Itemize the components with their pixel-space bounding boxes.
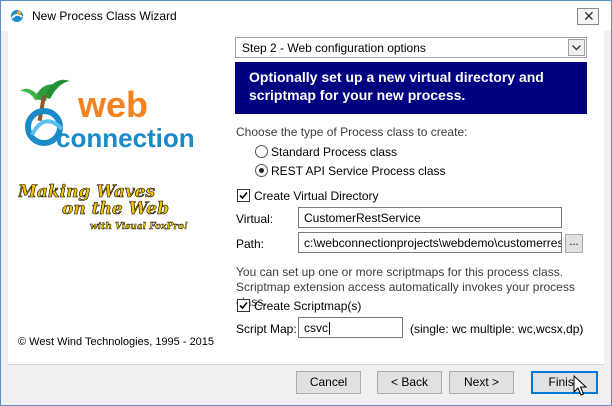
virtual-label: Virtual: [236, 212, 274, 226]
wizard-window: New Process Class Wizard ✕ web connectio… [0, 0, 612, 406]
close-icon: ✕ [583, 8, 595, 24]
next-button[interactable]: Next > [449, 371, 514, 394]
window-title: New Process Class Wizard [32, 9, 177, 23]
mouse-pointer-icon [573, 375, 587, 396]
logo-web-text: web [77, 84, 148, 125]
radio-rest-api-process[interactable] [255, 164, 268, 177]
radio-standard-process[interactable] [255, 145, 268, 158]
script-map-hint: (single: wc multiple: wc,wcsx,dp) [410, 322, 584, 336]
title-bar[interactable]: New Process Class Wizard ✕ [1, 1, 611, 31]
app-icon [11, 10, 23, 22]
logo-tagline-3: with Visual FoxPro! [90, 222, 188, 231]
close-button[interactable]: ✕ [577, 8, 599, 25]
checkmark-icon [239, 191, 248, 200]
step-description-banner: Optionally set up a new virtual director… [235, 62, 587, 114]
footer-divider [8, 364, 604, 365]
chevron-down-icon[interactable] [568, 39, 585, 56]
web-connection-logo: web connection Making Waves on the Web w… [17, 71, 218, 232]
create-virtual-directory-label[interactable]: Create Virtual Directory [254, 189, 379, 203]
script-map-label: Script Map: [236, 322, 297, 336]
text-caret [329, 322, 330, 336]
logo-tagline-2: on the Web [62, 199, 169, 219]
create-scriptmap-checkbox[interactable] [237, 299, 250, 312]
cancel-button[interactable]: Cancel [296, 371, 361, 394]
script-map-value: csvc [304, 321, 328, 335]
create-virtual-directory-checkbox[interactable] [237, 189, 250, 202]
logo-connection-text: connection [56, 123, 195, 153]
wizard-body: web connection Making Waves on the Web w… [8, 31, 604, 364]
path-label: Path: [236, 237, 265, 251]
step-dropdown[interactable]: Step 2 - Web configuration options [235, 37, 587, 58]
copyright-text: © West Wind Technologies, 1995 - 2015 [18, 336, 215, 348]
back-button[interactable]: < Back [377, 371, 442, 394]
browse-path-button[interactable]: ... [565, 234, 583, 253]
finish-button[interactable]: Finish [531, 371, 598, 394]
step-dropdown-value: Step 2 - Web configuration options [242, 41, 426, 55]
virtual-name-input[interactable]: CustomerRestService [298, 207, 562, 228]
script-map-input[interactable]: csvc [298, 317, 403, 338]
path-input[interactable]: c:\webconnectionprojects\webdemo\custome… [298, 232, 562, 253]
radio-standard-process-label[interactable]: Standard Process class [271, 145, 397, 159]
create-scriptmap-label[interactable]: Create Scriptmap(s) [254, 299, 361, 313]
checkmark-icon [239, 301, 248, 310]
radio-rest-api-process-label[interactable]: REST API Service Process class [271, 164, 446, 178]
process-type-prompt: Choose the type of Process class to crea… [236, 125, 468, 139]
logo-graphic: web connection Making Waves on the Web w… [17, 79, 195, 232]
